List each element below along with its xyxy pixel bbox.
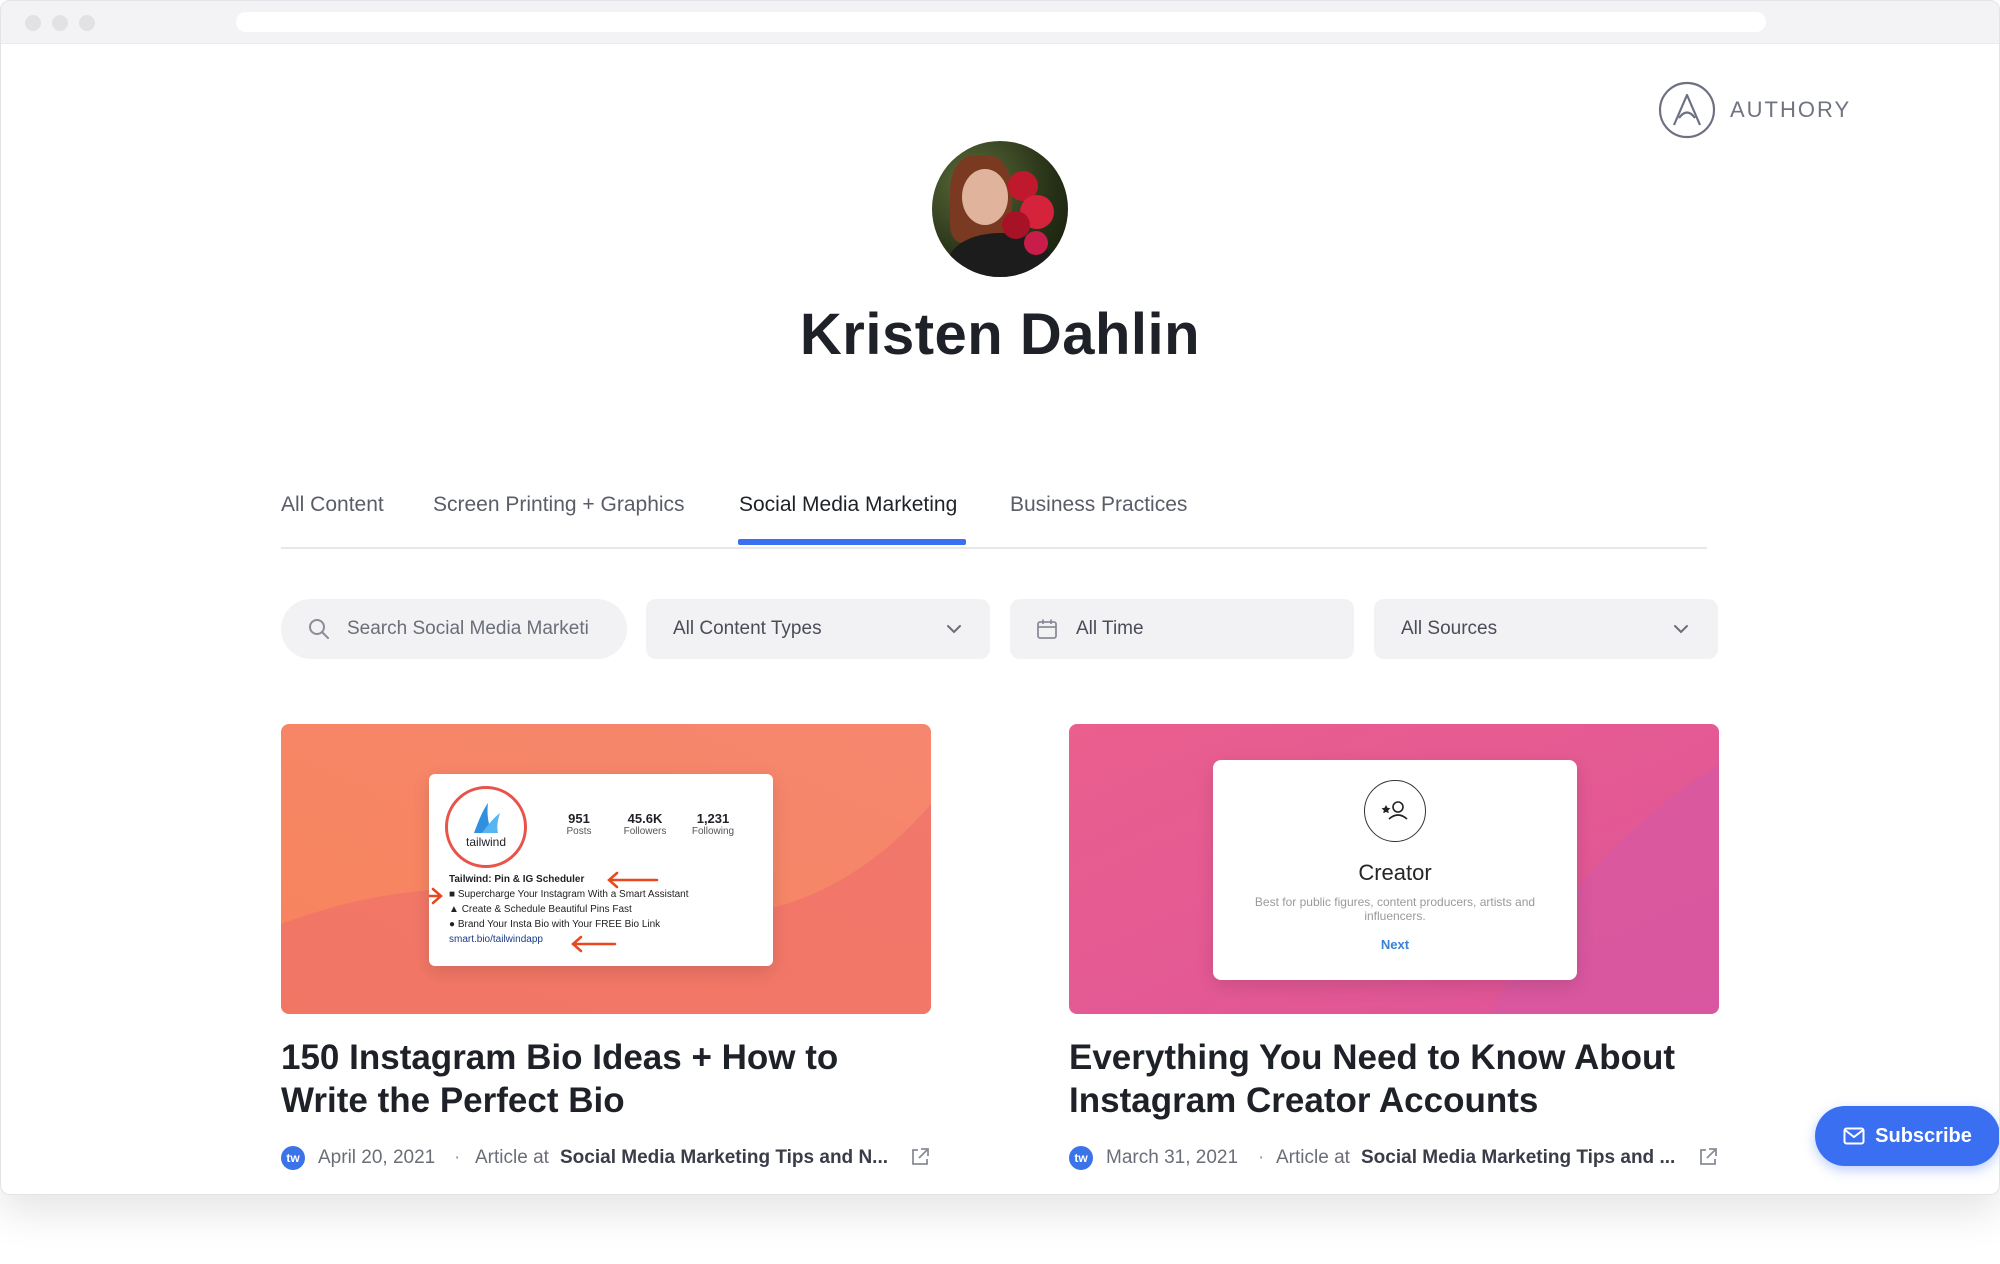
article-kind: Article at xyxy=(475,1147,549,1168)
creator-account-mock: Creator Best for public figures, content… xyxy=(1213,760,1577,980)
article-date: April 20, 2021 xyxy=(318,1147,436,1168)
calendar-icon xyxy=(1037,619,1057,639)
source-icon: tw xyxy=(1069,1146,1093,1170)
window-minimize-dot[interactable] xyxy=(52,15,68,31)
browser-titlebar xyxy=(1,1,1999,44)
article-meta: tw April 20, 2021 · Article at Social Me… xyxy=(281,1144,931,1172)
content-types-select[interactable]: All Content Types xyxy=(646,599,990,659)
article-meta: tw March 31, 2021 · Article at Social Me… xyxy=(1069,1144,1719,1172)
sources-value: All Sources xyxy=(1401,618,1498,639)
window-close-dot[interactable] xyxy=(25,15,41,31)
subscribe-label: Subscribe xyxy=(1875,1124,1972,1147)
time-range-select[interactable]: All Time xyxy=(1010,599,1354,659)
authory-brand[interactable]: AUTHORY xyxy=(1658,79,1851,141)
article-kind: Article at xyxy=(1276,1147,1350,1168)
tab-all-content[interactable]: All Content xyxy=(281,493,384,517)
chevron-down-icon xyxy=(947,625,961,634)
search-placeholder: Search Social Media Marketi xyxy=(347,618,589,639)
sources-select[interactable]: All Sources xyxy=(1374,599,1718,659)
article-publication[interactable]: Social Media Marketing Tips and ... xyxy=(1361,1147,1675,1169)
article-date: March 31, 2021 xyxy=(1106,1147,1239,1168)
search-input[interactable]: Search Social Media Marketi xyxy=(281,599,627,659)
article-thumbnail[interactable]: tailwind 951 Posts 45.6K Followers 1,231… xyxy=(281,724,931,1014)
time-range-value: All Time xyxy=(1076,618,1144,639)
external-link-icon[interactable] xyxy=(1697,1146,1719,1168)
address-bar[interactable] xyxy=(236,12,1766,32)
article-title[interactable]: 150 Instagram Bio Ideas + How to Write t… xyxy=(281,1036,931,1122)
meta-separator: · xyxy=(1258,1147,1265,1168)
tab-screen-printing-graphics[interactable]: Screen Printing + Graphics xyxy=(433,493,685,517)
active-tab-indicator xyxy=(738,539,966,545)
browser-window: AUTHORY Kristen Dahlin All Content Scree… xyxy=(0,0,2000,1195)
source-icon: tw xyxy=(281,1146,305,1170)
tab-business-practices[interactable]: Business Practices xyxy=(1010,493,1187,517)
arrow-icons xyxy=(429,871,659,953)
creator-next: Next xyxy=(1380,937,1410,952)
profile-name: Kristen Dahlin xyxy=(799,302,1201,367)
profile-avatar xyxy=(932,141,1068,277)
authory-logo-icon xyxy=(1658,81,1716,139)
brand-name: AUTHORY xyxy=(1730,97,1852,122)
creator-description: Best for public figures, content produce… xyxy=(1254,895,1536,923)
meta-separator: · xyxy=(454,1147,461,1168)
search-icon xyxy=(309,619,329,639)
category-tabs: All Content Screen Printing + Graphics S… xyxy=(281,471,1707,549)
content-types-value: All Content Types xyxy=(673,618,822,639)
article-title[interactable]: Everything You Need to Know About Instag… xyxy=(1069,1036,1719,1122)
chevron-down-icon xyxy=(1674,625,1688,634)
article-publication[interactable]: Social Media Marketing Tips and N... xyxy=(560,1147,888,1169)
tab-social-media-marketing[interactable]: Social Media Marketing xyxy=(739,493,957,517)
instagram-profile-mock: tailwind 951 Posts 45.6K Followers 1,231… xyxy=(429,774,773,966)
creator-heading: Creator xyxy=(1358,860,1432,885)
external-link-icon[interactable] xyxy=(909,1146,931,1168)
article-thumbnail[interactable]: Creator Best for public figures, content… xyxy=(1069,724,1719,1014)
mail-icon xyxy=(1843,1127,1865,1145)
window-maximize-dot[interactable] xyxy=(79,15,95,31)
subscribe-button[interactable]: Subscribe xyxy=(1815,1106,1999,1166)
creator-icon xyxy=(1364,780,1426,842)
